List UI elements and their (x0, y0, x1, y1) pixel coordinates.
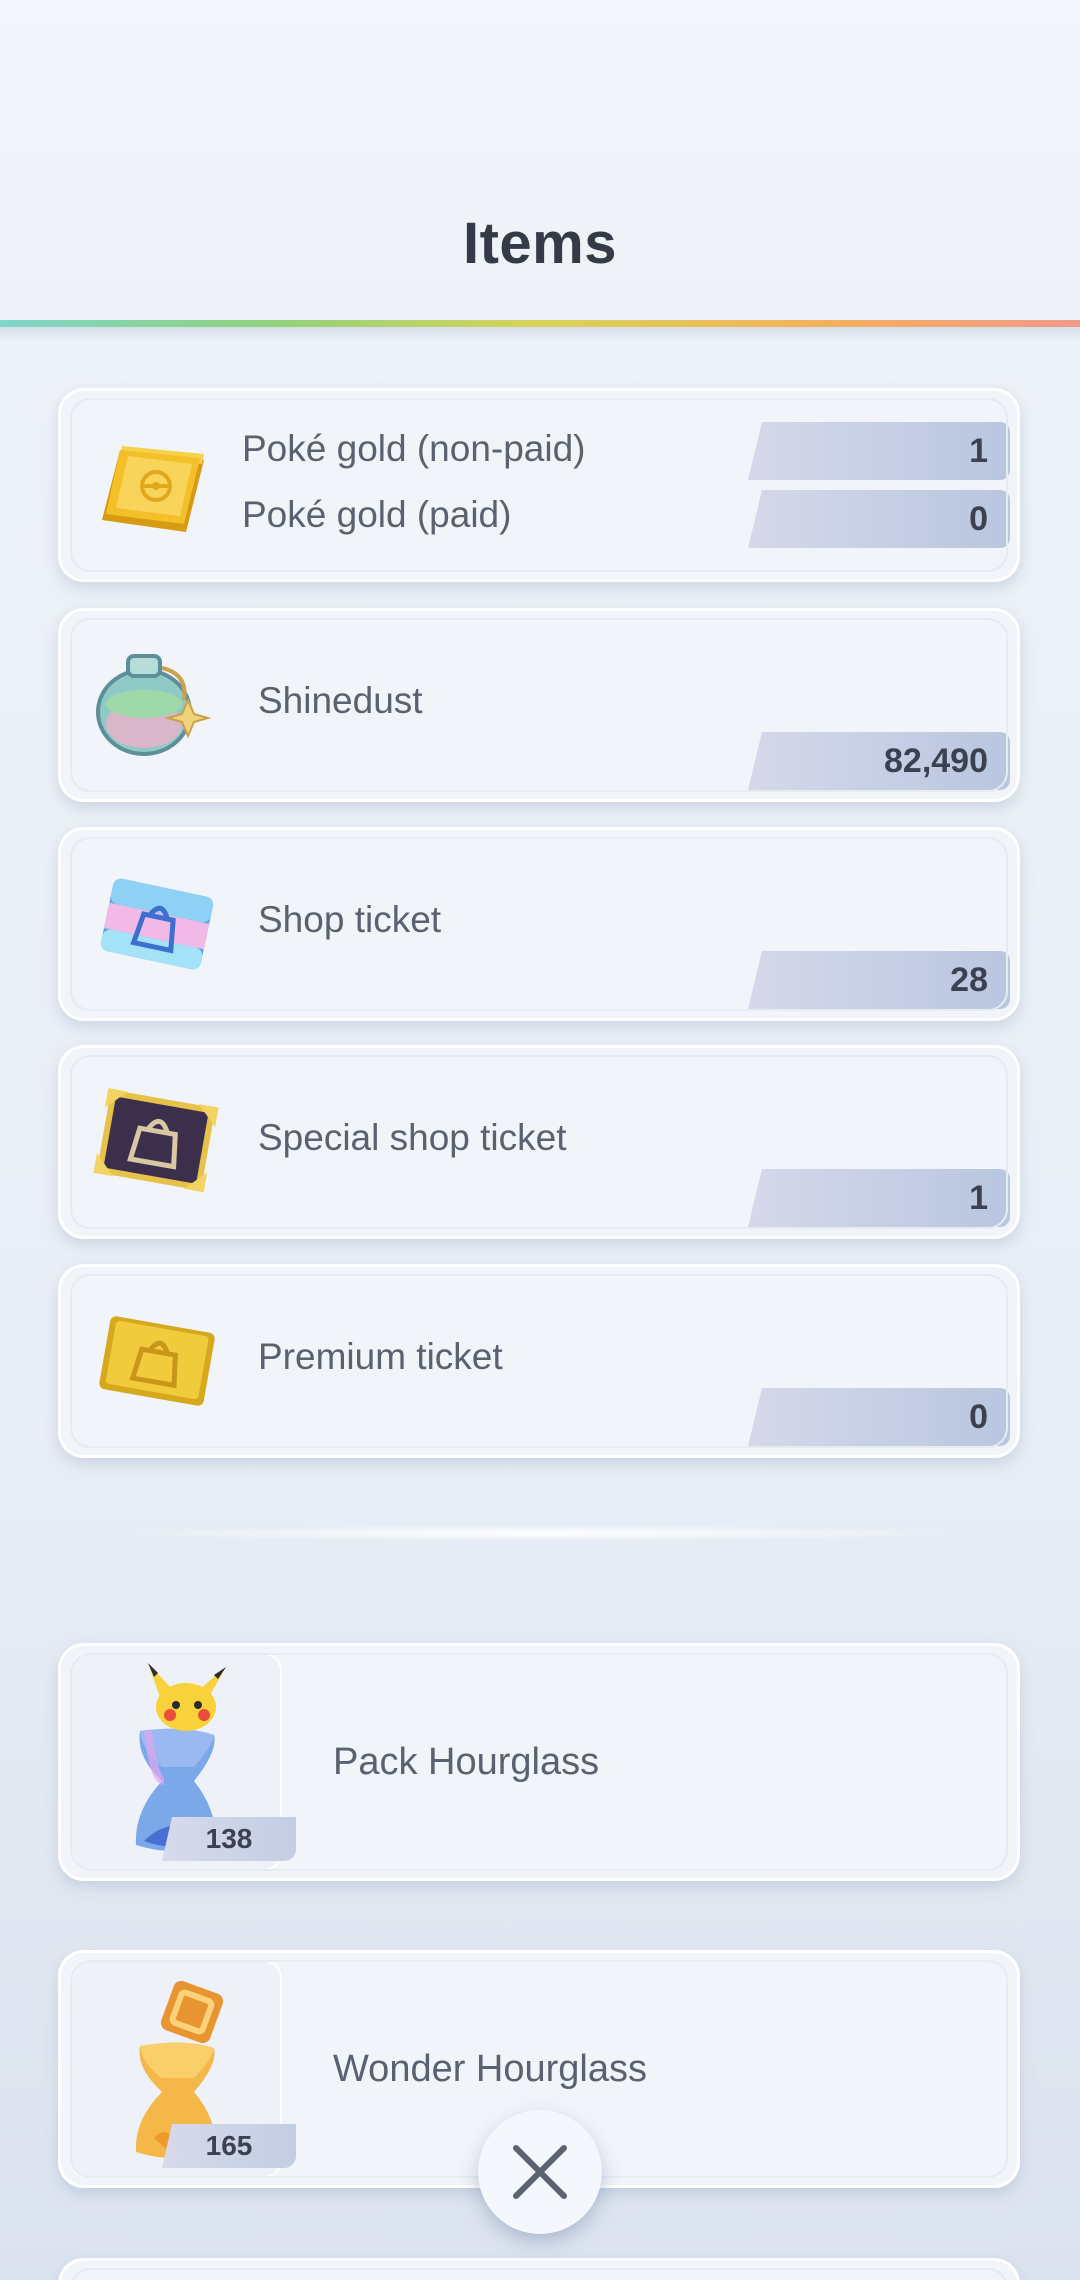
wonder-hourglass-thumb: 165 (70, 1960, 296, 2178)
poke-gold-paid-label: Poké gold (paid) (242, 494, 512, 535)
premium-ticket-label: Premium ticket (258, 1336, 503, 1377)
special-shop-ticket-card: Special shop ticket 1 (58, 1045, 1020, 1239)
close-icon (513, 2145, 567, 2199)
poke-gold-non-paid-label: Poké gold (non-paid) (242, 428, 586, 469)
shop-ticket-label: Shop ticket (258, 899, 442, 940)
shinedust-bottle-icon (88, 638, 218, 768)
header-divider (0, 320, 1080, 327)
pack-hourglass-count: 138 (162, 1817, 296, 1861)
shop-ticket-value: 28 (748, 951, 1010, 1009)
poke-gold-card: Poké gold (non-paid) 1 Poké gold (paid) … (58, 388, 1020, 582)
shop-ticket-card: Shop ticket 28 (58, 827, 1020, 1021)
pack-hourglass-card[interactable]: 138 Pack Hourglass (58, 1643, 1020, 1881)
premium-ticket-card: Premium ticket 0 (58, 1264, 1020, 1458)
items-screen: Items Poké gold (non-paid) 1 Poké gold (… (0, 0, 1080, 2280)
gold-bar-icon (92, 420, 222, 550)
special-shop-ticket-label: Special shop ticket (258, 1117, 567, 1158)
shinedust-card: Shinedust 82,490 (58, 608, 1020, 802)
shop-ticket-icon (92, 859, 222, 989)
premium-ticket-value: 0 (748, 1388, 1010, 1446)
shinedust-label: Shinedust (258, 680, 423, 721)
special-shop-ticket-icon (90, 1075, 220, 1205)
page-title: Items (462, 211, 617, 276)
close-button[interactable] (478, 2110, 602, 2234)
poke-gold-paid-value: 0 (748, 490, 1010, 548)
shinedust-value: 82,490 (748, 732, 1010, 790)
header: Items (0, 0, 1080, 322)
special-shop-ticket-value: 1 (748, 1169, 1010, 1227)
section-divider (100, 1525, 980, 1541)
pack-hourglass-label: Pack Hourglass (333, 1741, 600, 1783)
premium-ticket-icon (92, 1296, 222, 1426)
wonder-hourglass-label: Wonder Hourglass (333, 2048, 648, 2090)
poke-gold-non-paid-value: 1 (748, 422, 1010, 480)
next-card-edge (58, 2258, 1020, 2280)
wonder-hourglass-count: 165 (162, 2124, 296, 2168)
pack-hourglass-thumb: 138 (70, 1653, 296, 1871)
